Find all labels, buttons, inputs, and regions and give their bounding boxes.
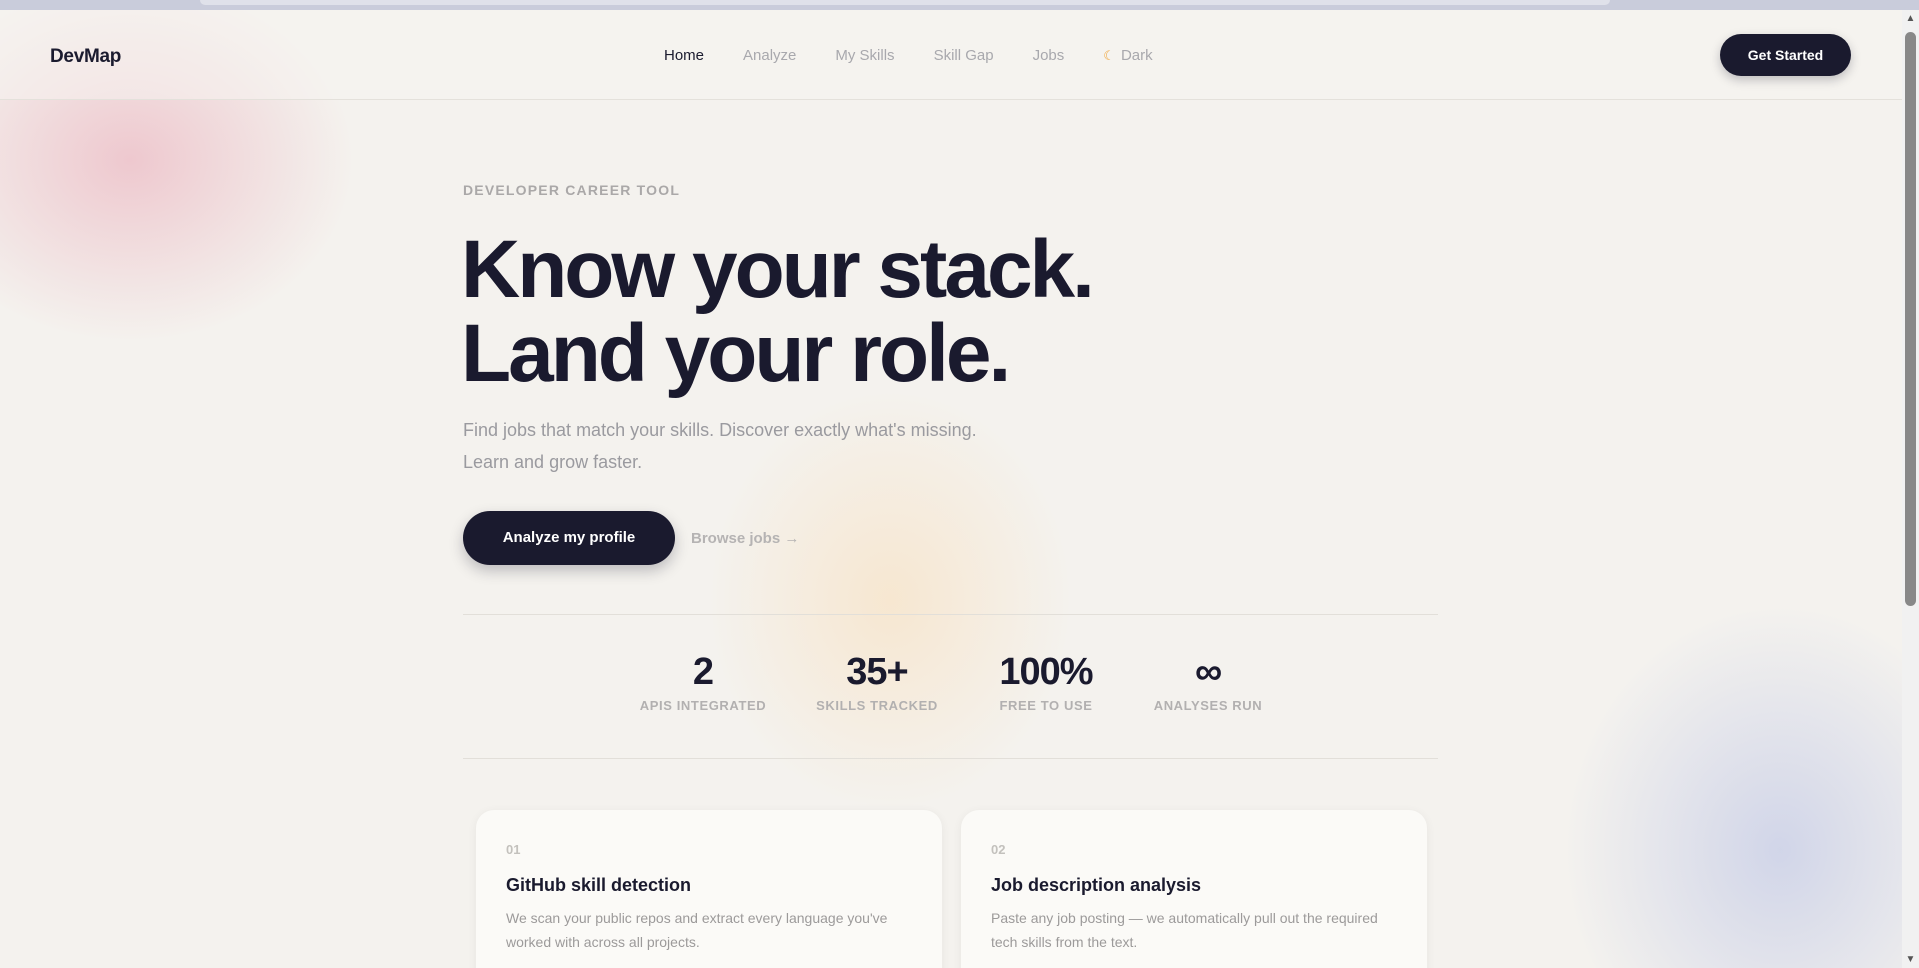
stat-label: FREE TO USE [999, 698, 1093, 713]
card-description: Paste any job posting — we automatically… [991, 910, 1378, 950]
top-navigation: DevMap Home Analyze My Skills Skill Gap … [0, 10, 1902, 100]
card-index: 01 [506, 842, 521, 857]
headline-line-2: Land your role. [461, 308, 1011, 399]
feature-card-github[interactable]: 01 GitHub skill detection We scan your p… [476, 810, 942, 968]
browser-address-bar [200, 0, 1610, 5]
stat-analyses: ∞ ANALYSES RUN [1152, 650, 1264, 713]
subtitle-line-2: Learn and grow faster. [463, 452, 643, 472]
scrollbar-thumb[interactable] [1905, 32, 1916, 606]
page-viewport: DevMap Home Analyze My Skills Skill Gap … [0, 10, 1902, 968]
get-started-button[interactable]: Get Started [1720, 34, 1851, 76]
card-title: Job description analysis [991, 875, 1202, 895]
card-index: 02 [991, 842, 1006, 857]
hero-subtitle: Find jobs that match your skills. Discov… [463, 414, 1063, 478]
scroll-down-icon[interactable]: ▼ [1902, 951, 1919, 968]
stat-value: 100% [999, 651, 1093, 693]
browse-jobs-link[interactable]: Browse jobs → [691, 530, 799, 547]
nav-jobs[interactable]: Jobs [1033, 47, 1065, 64]
hero-eyebrow: DEVELOPER CAREER TOOL [463, 182, 681, 198]
logo[interactable]: DevMap [50, 46, 121, 68]
stat-free: 100% FREE TO USE [993, 650, 1099, 713]
headline-line-1: Know your stack. [461, 224, 1095, 315]
stat-value: 35+ [846, 651, 908, 693]
stat-apis: 2 APIS INTEGRATED [638, 650, 768, 713]
theme-toggle[interactable]: ☾ Dark [1103, 47, 1152, 64]
feature-card-job-analysis[interactable]: 02 Job description analysis Paste any jo… [961, 810, 1427, 968]
stat-label: APIS INTEGRATED [639, 698, 767, 713]
theme-toggle-label: Dark [1120, 47, 1153, 64]
analyze-profile-button[interactable]: Analyze my profile [463, 511, 675, 565]
stats-divider-top [463, 614, 1438, 615]
vertical-scrollbar[interactable]: ▲ ▼ [1902, 10, 1919, 968]
card-title: GitHub skill detection [506, 875, 692, 895]
nav-my-skills[interactable]: My Skills [835, 47, 894, 64]
hero-headline: Know your stack. Land your role. [461, 224, 1095, 399]
card-description: We scan your public repos and extract ev… [506, 910, 888, 950]
stat-value: ∞ [1194, 651, 1222, 693]
stat-label: SKILLS TRACKED [816, 698, 938, 713]
moon-icon: ☾ [1103, 47, 1115, 63]
stats-divider-bottom [463, 758, 1438, 759]
stat-label: ANALYSES RUN [1153, 698, 1263, 713]
stat-value: 2 [692, 651, 714, 693]
subtitle-line-1: Find jobs that match your skills. Discov… [463, 420, 977, 440]
nav-skill-gap[interactable]: Skill Gap [934, 47, 994, 64]
stat-skills: 35+ SKILLS TRACKED [816, 650, 938, 713]
scroll-up-icon[interactable]: ▲ [1902, 10, 1919, 27]
nav-links: Home Analyze My Skills Skill Gap Jobs ☾ … [664, 47, 1153, 64]
nav-home[interactable]: Home [664, 47, 704, 64]
browser-top-strip [0, 0, 1919, 10]
nav-analyze[interactable]: Analyze [743, 47, 796, 64]
